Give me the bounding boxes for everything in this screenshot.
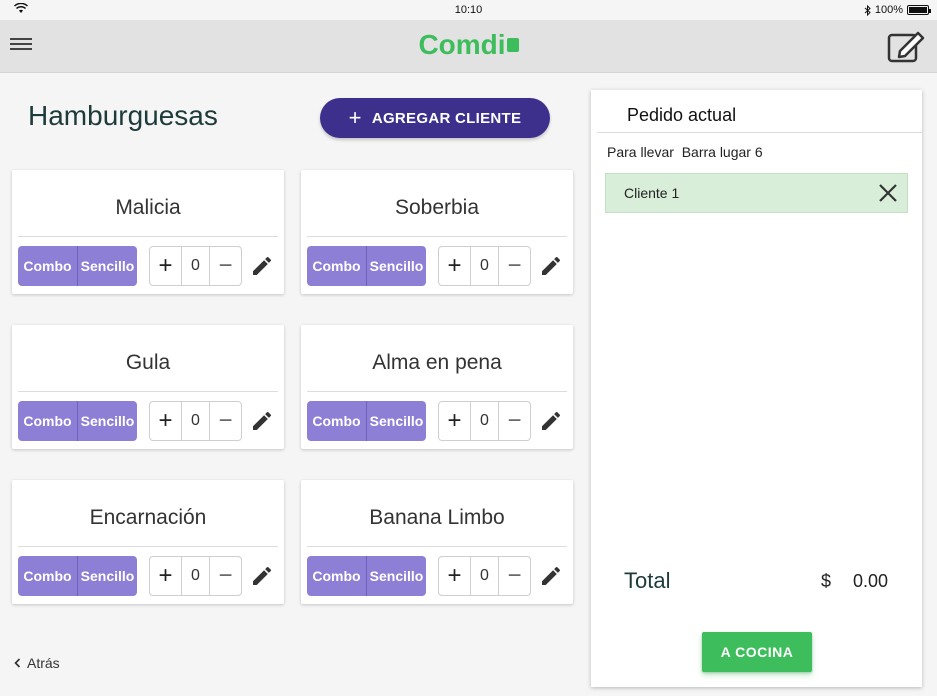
currency-symbol: $ [820,571,831,591]
product-card: Malicia Combo Sencillo + 0 − [12,170,284,294]
order-panel: Pedido actual Para llevar Barra lugar 6 … [591,90,922,687]
card-divider [307,391,567,392]
product-name: Malicia [115,196,181,219]
quantity-value: 0 [181,557,210,595]
back-label: Atrás [27,655,60,671]
quantity-value: 0 [470,247,499,285]
product-type-toggle: Combo Sencillo [18,556,137,596]
product-name: Encarnación [89,506,207,529]
quantity-stepper: + 0 − [438,556,531,596]
product-name: Soberbia [394,196,480,219]
card-divider [18,391,278,392]
plus-icon: + [348,105,362,130]
quantity-value: 0 [181,247,210,285]
total-amount: 0.00 [852,571,888,591]
quantity-stepper: + 0 − [149,401,242,441]
combo-button[interactable]: Combo [18,246,77,286]
battery-percent: 100% [874,4,903,16]
quantity-stepper: + 0 − [149,246,242,286]
product-type-toggle: Combo Sencillo [307,401,426,441]
decrement-button[interactable]: − [210,247,241,285]
combo-button[interactable]: Combo [307,401,366,441]
product-type-toggle: Combo Sencillo [18,401,137,441]
pencil-icon[interactable] [539,409,563,433]
product-card: Soberbia Combo Sencillo + 0 − [301,170,573,294]
card-divider [18,236,278,237]
product-type-toggle: Combo Sencillo [18,246,137,286]
bluetooth-icon [864,4,871,16]
add-client-button[interactable]: + AGREGAR CLIENTE [320,98,550,138]
page-title: Hamburguesas [28,100,218,131]
product-name: Gula [125,351,171,374]
product-name: Alma en pena [372,351,502,374]
single-button[interactable]: Sencillo [366,401,426,441]
increment-button[interactable]: + [150,247,181,285]
product-card: Alma en pena Combo Sencillo + 0 − [301,325,573,449]
pencil-icon[interactable] [250,254,274,278]
pencil-icon[interactable] [539,564,563,588]
increment-button[interactable]: + [439,247,470,285]
close-icon[interactable] [877,182,899,204]
battery-icon [907,5,931,15]
chevron-left-icon [14,658,21,668]
status-right: 100% [864,4,931,16]
product-type-toggle: Combo Sencillo [307,556,426,596]
pencil-icon[interactable] [250,409,274,433]
single-button[interactable]: Sencillo [77,401,137,441]
single-button[interactable]: Sencillo [366,556,426,596]
add-client-label: AGREGAR CLIENTE [371,109,522,127]
increment-button[interactable]: + [439,557,470,595]
combo-button[interactable]: Combo [307,246,366,286]
decrement-button[interactable]: − [499,402,530,440]
send-to-kitchen-button[interactable]: A COCINA [702,632,812,672]
client-row[interactable]: Cliente 1 [605,173,908,213]
quantity-value: 0 [181,402,210,440]
app-bar: Comdi [0,20,937,73]
product-card: Banana Limbo Combo Sencillo + 0 − [301,480,573,604]
decrement-button[interactable]: − [499,557,530,595]
increment-button[interactable]: + [150,557,181,595]
back-link[interactable]: Atrás [14,655,60,671]
app-logo: Comdi [0,29,937,61]
combo-button[interactable]: Combo [18,556,77,596]
product-card: Gula Combo Sencillo + 0 − [12,325,284,449]
compose-icon[interactable] [887,30,925,64]
product-name: Banana Limbo [369,506,505,529]
panel-divider [597,132,922,133]
total-value: $0.00 [821,571,888,592]
decrement-button[interactable]: − [499,247,530,285]
order-title: Pedido actual [627,105,737,125]
quantity-stepper: + 0 − [438,401,531,441]
client-name: Cliente 1 [624,185,680,201]
status-bar: 10:10 100% [0,0,937,20]
app-logo-text: Comdi [418,29,506,60]
status-time: 10:10 [454,4,483,16]
card-divider [307,546,567,547]
card-divider [18,546,278,547]
order-type: Para llevar Barra lugar 6 [607,144,763,160]
pencil-icon[interactable] [250,564,274,588]
quantity-value: 0 [470,402,499,440]
single-button[interactable]: Sencillo [77,246,137,286]
quantity-value: 0 [470,557,499,595]
increment-button[interactable]: + [439,402,470,440]
quantity-stepper: + 0 − [149,556,242,596]
quantity-stepper: + 0 − [438,246,531,286]
decrement-button[interactable]: − [210,557,241,595]
logo-badge-icon [506,38,519,52]
combo-button[interactable]: Combo [307,556,366,596]
total-label: Total [624,568,671,593]
increment-button[interactable]: + [150,402,181,440]
card-divider [307,236,567,237]
pencil-icon[interactable] [539,254,563,278]
product-type-toggle: Combo Sencillo [307,246,426,286]
decrement-button[interactable]: − [210,402,241,440]
single-button[interactable]: Sencillo [77,556,137,596]
product-card: Encarnación Combo Sencillo + 0 − [12,480,284,604]
single-button[interactable]: Sencillo [366,246,426,286]
combo-button[interactable]: Combo [18,401,77,441]
